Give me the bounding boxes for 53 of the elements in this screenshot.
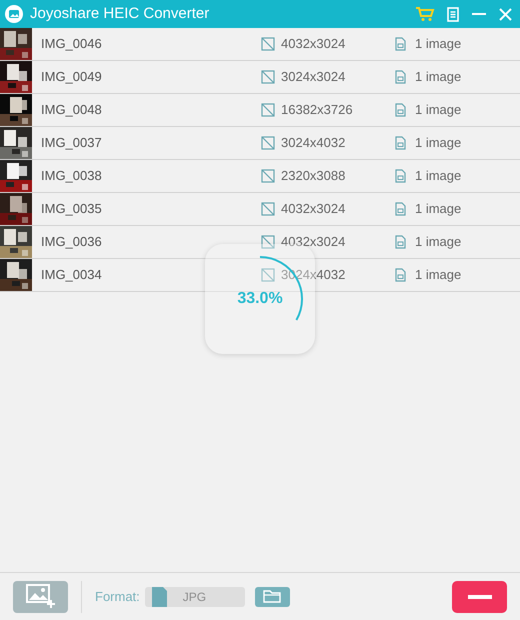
- file-icon: [395, 235, 406, 249]
- resolution-icon: [261, 169, 275, 183]
- add-image-button[interactable]: [13, 580, 68, 612]
- resolution-icon: [261, 103, 275, 117]
- resolution-icon: [261, 70, 275, 84]
- image-count: 1 image: [415, 266, 462, 284]
- resolution-text: 4032x3024: [281, 233, 346, 252]
- cart-icon[interactable]: [414, 4, 436, 24]
- image-count: 1 image: [415, 35, 462, 54]
- image-count: 1 image: [415, 233, 462, 252]
- window-title: Joyoshare HEIC Converter: [30, 4, 210, 24]
- file-name: IMG_0034: [41, 266, 103, 284]
- stop-button[interactable]: [452, 580, 507, 612]
- image-count: 1 image: [415, 68, 462, 86]
- app-logo-icon: [4, 4, 24, 24]
- minus-icon: [468, 594, 492, 598]
- progress-percent: 33.0%: [237, 289, 283, 309]
- image-count: 1 image: [415, 101, 462, 120]
- file-icon: [395, 103, 406, 117]
- resolution-icon: [261, 202, 275, 216]
- jpg-file-icon: [152, 586, 167, 606]
- resolution-icon: [261, 136, 275, 150]
- file-icon: [395, 70, 406, 84]
- folder-icon: [263, 590, 282, 603]
- file-name: IMG_0038: [41, 167, 103, 186]
- folder-button[interactable]: [254, 586, 290, 606]
- image-count: 1 image: [415, 167, 462, 186]
- file-icon: [395, 268, 406, 282]
- file-name: IMG_0049: [41, 68, 103, 86]
- resolution-icon: [261, 235, 275, 249]
- resolution-text: 4032x3024: [281, 35, 346, 54]
- resolution-text: 4032x3024: [281, 200, 346, 218]
- file-icon: [395, 37, 406, 51]
- resolution-text: 2320x3088: [281, 167, 346, 186]
- file-name: IMG_0035: [41, 200, 103, 218]
- menu-icon[interactable]: [446, 5, 460, 23]
- image-count: 1 image: [415, 134, 462, 152]
- image-count: 1 image: [415, 200, 462, 218]
- resolution-text: 3024x4032: [281, 134, 346, 152]
- file-icon: [395, 202, 406, 216]
- file-icon: [395, 136, 406, 150]
- resolution-icon: [261, 37, 275, 51]
- add-image-icon: [26, 584, 56, 609]
- file-name: IMG_0037: [41, 134, 103, 152]
- resolution-text: 3024x3024: [281, 68, 346, 86]
- file-name: IMG_0048: [41, 101, 103, 120]
- format-label: Format:: [95, 588, 140, 606]
- resolution-text: 16382x3726: [281, 101, 353, 120]
- format-value: JPG: [182, 588, 206, 606]
- file-icon: [395, 169, 406, 183]
- file-name: IMG_0046: [41, 35, 103, 54]
- resolution-icon: [261, 268, 275, 282]
- file-name: IMG_0036: [41, 233, 103, 252]
